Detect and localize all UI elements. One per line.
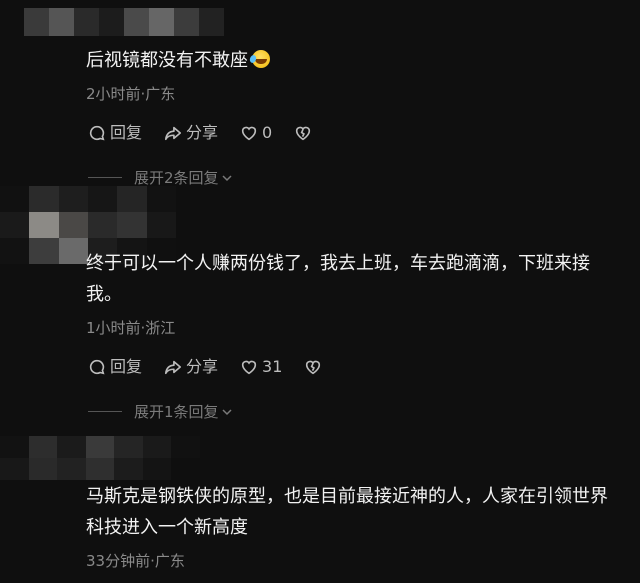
reply-button[interactable]: 回复 [88, 124, 142, 142]
expand-replies-button[interactable]: 展开1条回复 [88, 401, 233, 422]
expand-replies-label: 展开2条回复 [134, 169, 219, 187]
divider-dash [88, 411, 122, 412]
share-button[interactable]: 分享 [164, 124, 218, 142]
share-arrow-icon [165, 126, 182, 141]
share-label: 分享 [186, 357, 219, 376]
comment-text: 终于可以一个人赚两份钱了，我去上班，车去跑滴滴，下班来接我。 [86, 253, 590, 305]
heart-outline-icon [241, 126, 257, 141]
broken-heart-icon [306, 360, 321, 375]
comment-actions: 回复 分享 0 [88, 120, 312, 146]
reply-label: 回复 [110, 357, 143, 376]
comment-meta: 2小时前·广东 [86, 85, 176, 103]
comment-text: 后视镜都没有不敢座 [86, 45, 622, 76]
comment-bubble-icon [89, 359, 105, 375]
comment-bubble-icon [89, 125, 105, 141]
like-button[interactable]: 0 [240, 124, 272, 142]
redacted-username [24, 8, 224, 36]
like-count: 0 [262, 123, 273, 142]
share-label: 分享 [186, 123, 219, 142]
rofl-emoji-icon [252, 50, 270, 68]
dislike-button[interactable] [304, 358, 322, 376]
like-count: 31 [262, 357, 283, 376]
share-arrow-icon [165, 360, 182, 375]
like-button[interactable]: 31 [240, 358, 282, 376]
divider-dash [88, 177, 122, 178]
chevron-down-icon [222, 408, 232, 415]
chevron-down-icon [222, 174, 232, 181]
heart-outline-icon [241, 360, 257, 375]
reply-label: 回复 [110, 123, 143, 142]
comment-meta: 33分钟前·广东 [86, 552, 185, 570]
dislike-button[interactable] [294, 124, 312, 142]
comment-text: 马斯克是钢铁侠的原型，也是目前最接近神的人，人家在引领世界科技进入一个新高度 [86, 486, 608, 538]
redacted-avatar [0, 436, 200, 480]
broken-heart-icon [296, 126, 311, 141]
expand-replies-label: 展开1条回复 [134, 403, 219, 421]
expand-replies-button[interactable]: 展开2条回复 [88, 167, 233, 188]
comment-text-content: 后视镜都没有不敢座 [86, 50, 248, 71]
share-button[interactable]: 分享 [164, 358, 218, 376]
comment-list: 后视镜都没有不敢座 2小时前·广东 回复 分享 0 展开2条回复 终于可以一个人… [0, 0, 640, 583]
comment-actions: 回复 分享 31 [88, 354, 322, 380]
comment-meta: 1小时前·浙江 [86, 319, 176, 337]
reply-button[interactable]: 回复 [88, 358, 142, 376]
